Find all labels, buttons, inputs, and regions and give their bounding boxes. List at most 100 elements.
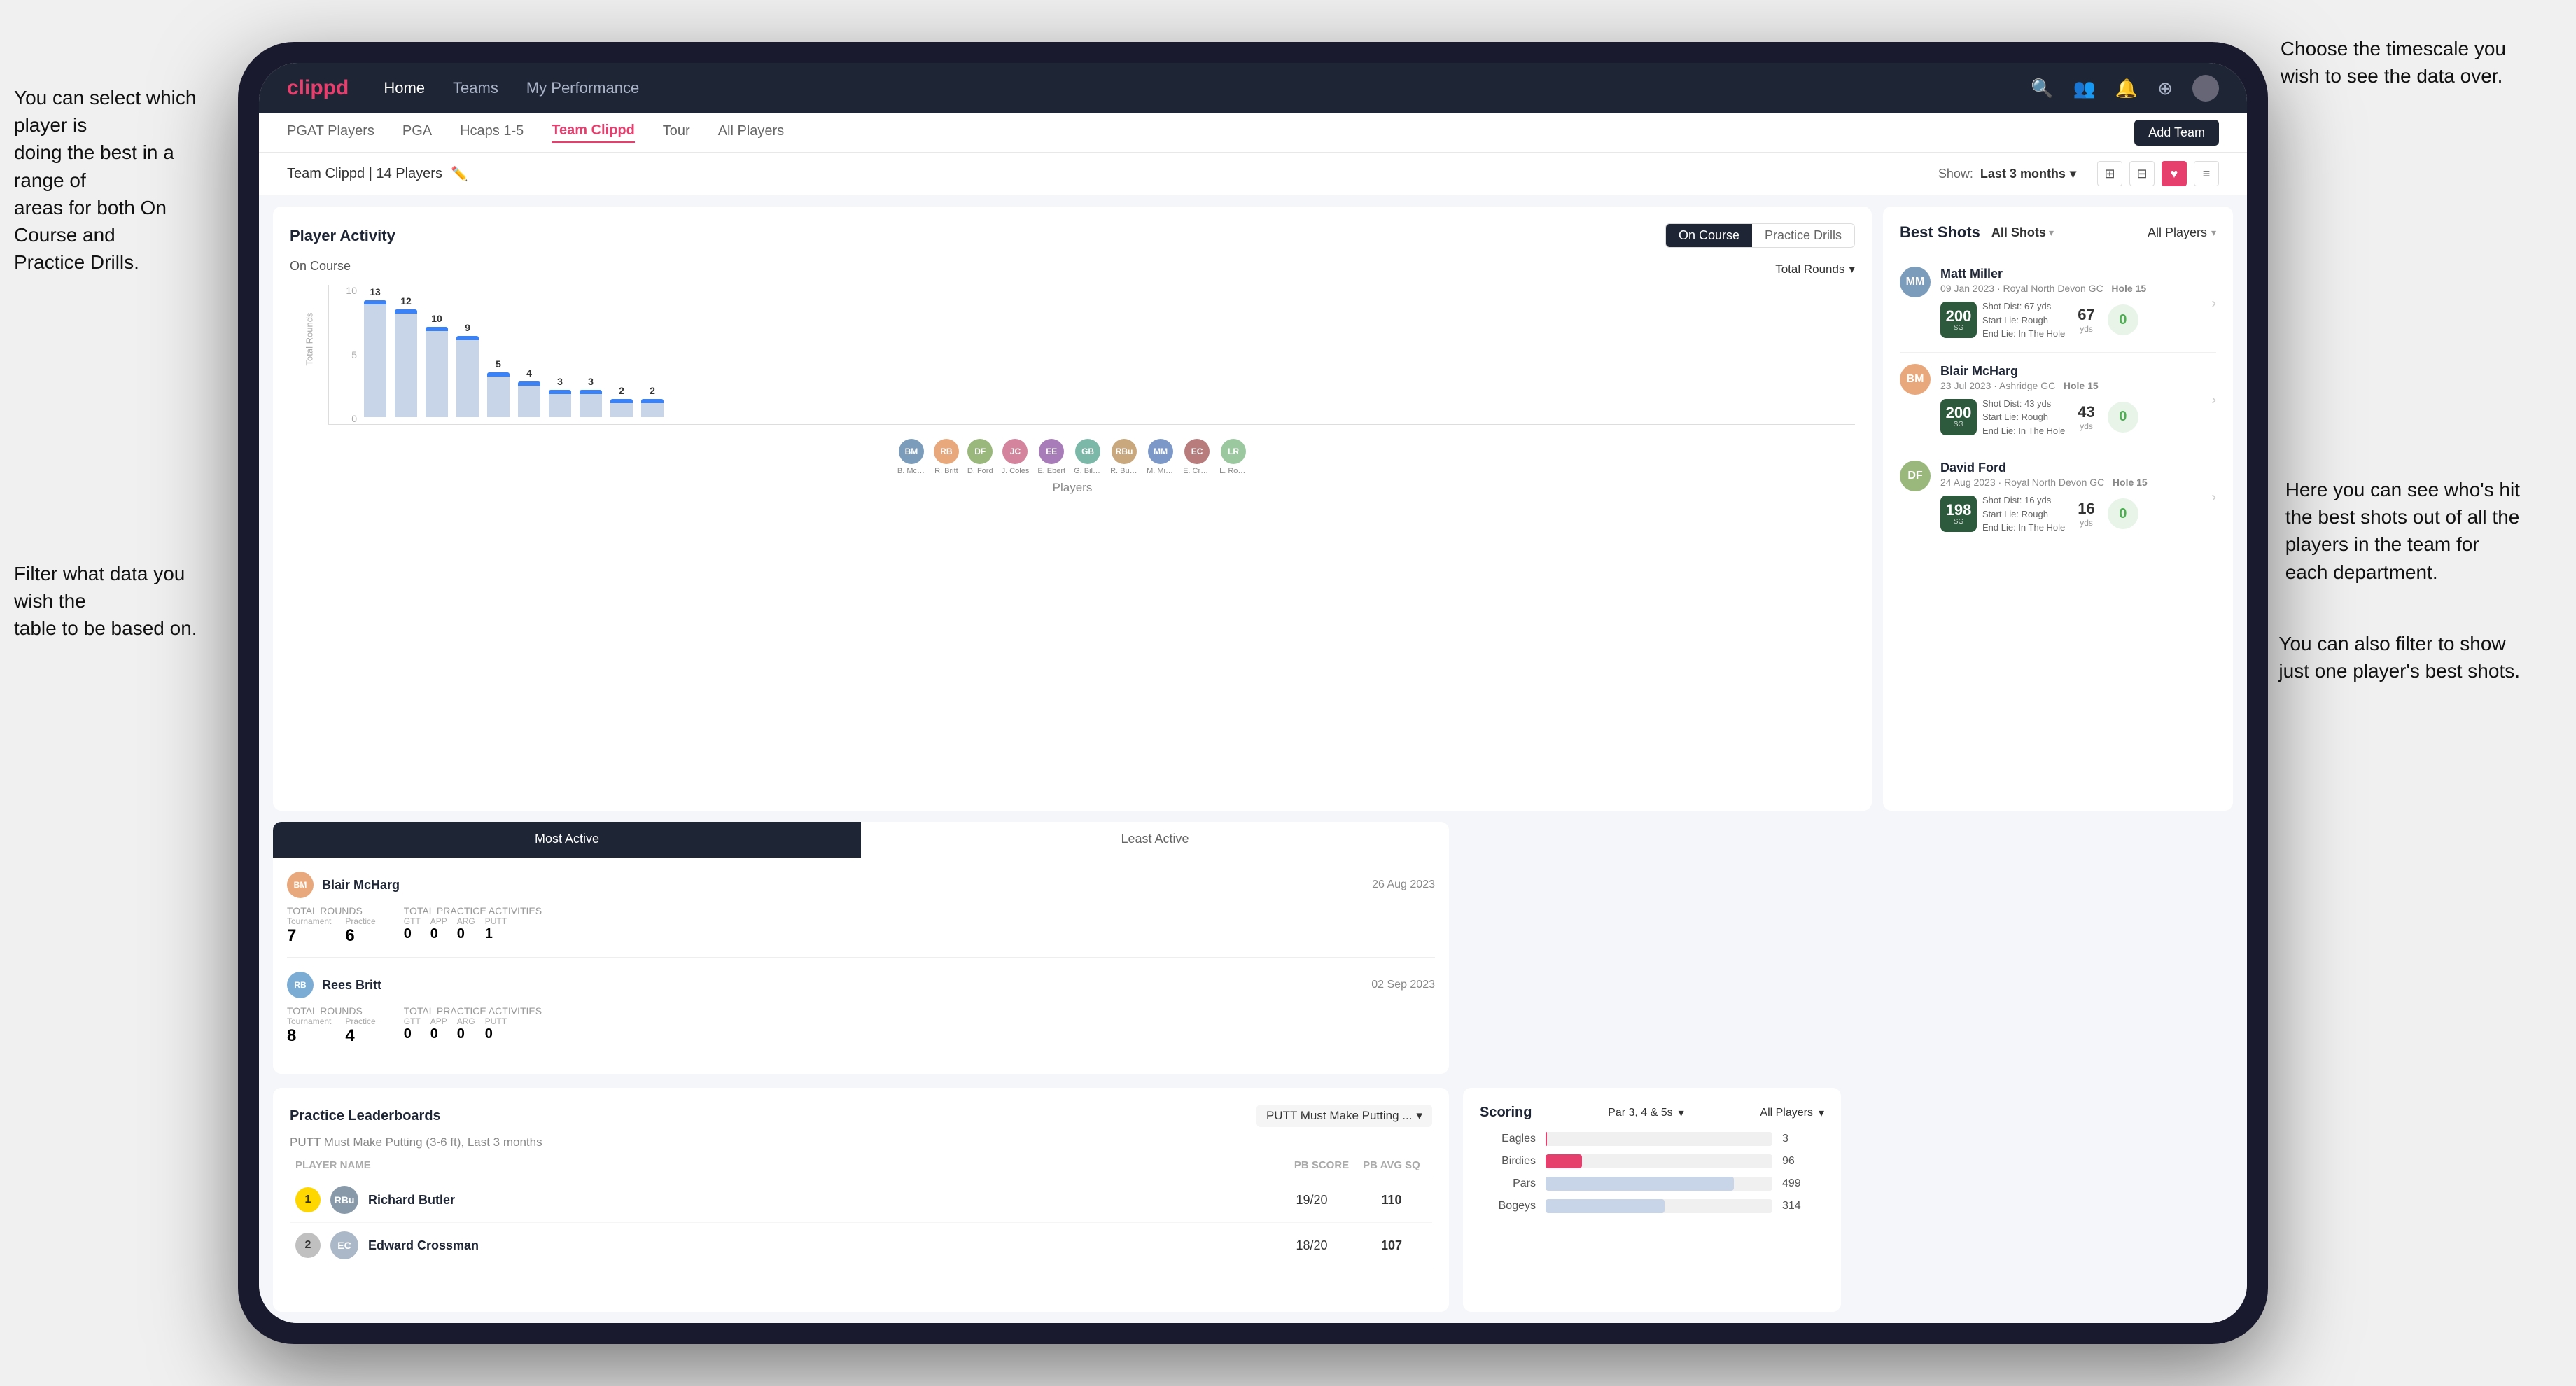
scoring-bar-label-1: Birdies	[1480, 1155, 1536, 1168]
tablet-frame: clippd Home Teams My Performance 🔍 👥 🔔 ⊕…	[238, 42, 2268, 1344]
shots-filter[interactable]: All Shots ▾	[1991, 225, 2054, 240]
subnav-team-clippd[interactable]: Team Clippd	[552, 122, 635, 143]
add-team-button[interactable]: Add Team	[2134, 120, 2219, 146]
player-label-4: E. Ebert	[1037, 467, 1065, 475]
bar-highlight-0	[364, 300, 386, 304]
user-avatar[interactable]	[2192, 75, 2219, 102]
lb-player-name-0: Richard Butler	[368, 1193, 1267, 1208]
lb-row-1[interactable]: 2 EC Edward Crossman 18/20 107	[290, 1223, 1432, 1268]
bar-item-5: 4	[518, 368, 540, 417]
rounds-group-1: Total Rounds Tournament 8 Practice 4	[287, 1005, 376, 1046]
player-activity-title: Player Activity	[290, 227, 396, 245]
bell-icon[interactable]: 🔔	[2115, 78, 2138, 99]
sub-nav: PGAT Players PGA Hcaps 1-5 Team Clippd T…	[259, 113, 2247, 153]
nav-teams[interactable]: Teams	[453, 79, 498, 97]
show-dropdown[interactable]: Last 3 months ▾	[1980, 167, 2076, 181]
bar-highlight-1	[395, 309, 417, 314]
shot-stat-box-1: 43 yds	[2078, 403, 2094, 431]
practice-card: Practice Leaderboards PUTT Must Make Put…	[273, 1088, 1449, 1312]
avatar-item-4[interactable]: EE E. Ebert	[1037, 439, 1065, 475]
shot-stat-box-0: 67 yds	[2078, 306, 2094, 334]
scoring-bar-row-2: Pars 499	[1480, 1177, 1824, 1191]
chart-filter-dropdown[interactable]: Total Rounds ▾	[1775, 262, 1855, 276]
nav-home[interactable]: Home	[384, 79, 425, 97]
avatar-item-0[interactable]: BM B. McHarg	[897, 439, 925, 475]
practice-drills-tab[interactable]: Practice Drills	[1752, 224, 1854, 247]
on-course-tab[interactable]: On Course	[1666, 224, 1752, 247]
scoring-chevron-icon: ▾	[1679, 1106, 1684, 1120]
subnav-hcaps[interactable]: Hcaps 1-5	[460, 123, 524, 142]
lb-avg-0: 110	[1357, 1193, 1427, 1208]
bar-item-1: 12	[395, 295, 417, 417]
bar-value-0: 13	[370, 286, 381, 298]
bar-value-1: 12	[400, 295, 412, 307]
view-heart-button[interactable]: ♥	[2162, 161, 2187, 186]
avatar-item-9[interactable]: LR L. Robertson	[1219, 439, 1247, 475]
shot-dist-info-1: Shot Dist: 43 ydsStart Lie: RoughEnd Lie…	[1982, 397, 2065, 438]
avatar-item-1[interactable]: RB R. Britt	[934, 439, 959, 475]
view-grid2-button[interactable]: ⊟	[2129, 161, 2155, 186]
bar-item-8: 2	[610, 385, 633, 417]
add-icon[interactable]: ⊕	[2157, 78, 2173, 99]
player-label-7: M. Miller	[1147, 467, 1175, 475]
view-list-button[interactable]: ≡	[2194, 161, 2219, 186]
best-shots-header: Best Shots All Shots ▾ All Players ▾	[1900, 223, 2216, 241]
annotation-filter-player: You can also filter to show just one pla…	[2278, 630, 2520, 685]
player-label-3: J. Coles	[1002, 467, 1030, 475]
shot-stat-box-2: 16 yds	[2078, 500, 2094, 528]
bar-chart-wrapper: Total Rounds 0 5 10 13 12 1	[290, 285, 1855, 425]
scoring-bar-label-3: Bogeys	[1480, 1200, 1536, 1212]
edit-icon[interactable]: ✏️	[451, 165, 468, 183]
players-dropdown[interactable]: All Players ▾	[2148, 225, 2216, 240]
subnav-all-players[interactable]: All Players	[718, 123, 784, 142]
tablet-screen: clippd Home Teams My Performance 🔍 👥 🔔 ⊕…	[259, 63, 2247, 1323]
subnav-tour[interactable]: Tour	[663, 123, 690, 142]
scoring-bar-track-3	[1546, 1199, 1772, 1213]
search-icon[interactable]: 🔍	[2031, 78, 2053, 99]
shot-details-1: 23 Jul 2023 · Ashridge GC Hole 15	[1940, 380, 2216, 391]
annotation-filter: Filter what data you wish the table to b…	[14, 560, 224, 643]
avatar-item-5[interactable]: GB G. Billingham	[1074, 439, 1102, 475]
lb-row-0[interactable]: 1 RBu Richard Butler 19/20 110	[290, 1177, 1432, 1223]
avatar-item-8[interactable]: EC E. Crossman	[1183, 439, 1211, 475]
avatar-item-6[interactable]: RBu R. Butler	[1110, 439, 1138, 475]
y-axis-labels: 0 5 10	[329, 285, 361, 424]
shot-avatar-0: MM	[1900, 267, 1931, 298]
app-logo: clippd	[287, 76, 349, 100]
bar-value-4: 5	[496, 358, 501, 370]
bar-value-7: 3	[588, 376, 594, 387]
avatar-item-3[interactable]: JC J. Coles	[1002, 439, 1030, 475]
subnav-pgat[interactable]: PGAT Players	[287, 123, 374, 142]
active-date-0: 26 Aug 2023	[1372, 878, 1435, 891]
least-active-tab[interactable]: Least Active	[861, 822, 1449, 858]
nav-my-performance[interactable]: My Performance	[526, 79, 639, 97]
nav-icons: 🔍 👥 🔔 ⊕	[2031, 75, 2219, 102]
bar-highlight-2	[426, 327, 448, 331]
player-label-1: R. Britt	[934, 467, 958, 475]
top-row: Player Activity On Course Practice Drill…	[273, 206, 2233, 811]
bar-value-8: 2	[619, 385, 624, 396]
mini-avatar-1: RB	[934, 439, 959, 464]
people-icon[interactable]: 👥	[2073, 78, 2095, 99]
avatar-item-7[interactable]: MM M. Miller	[1147, 439, 1175, 475]
bar-value-9: 2	[650, 385, 655, 396]
shot-entry-1[interactable]: BM Blair McHarg 23 Jul 2023 · Ashridge G…	[1900, 353, 2216, 450]
shot-entry-2[interactable]: DF David Ford 24 Aug 2023 · Royal North …	[1900, 449, 2216, 546]
practice-subtitle: PUTT Must Make Putting (3-6 ft), Last 3 …	[290, 1135, 1432, 1149]
shot-stat-zero-2: 0	[2108, 498, 2138, 529]
content-grid: Player Activity On Course Practice Drill…	[259, 195, 2247, 1323]
subnav-pga[interactable]: PGA	[402, 123, 432, 142]
practice-header: Practice Leaderboards PUTT Must Make Put…	[290, 1105, 1432, 1127]
drill-selector[interactable]: PUTT Must Make Putting ... ▾	[1256, 1105, 1432, 1127]
shot-info-1: Blair McHarg 23 Jul 2023 · Ashridge GC H…	[1940, 364, 2216, 438]
lb-rank-0: 1	[295, 1187, 321, 1212]
avatar-item-2[interactable]: DF D. Ford	[967, 439, 993, 475]
shot-badge-1: 200 SG	[1940, 399, 1977, 435]
most-active-tab[interactable]: Most Active	[273, 822, 861, 858]
scoring-filter[interactable]: Par 3, 4 & 5s ▾	[1608, 1106, 1684, 1120]
shot-entry-0[interactable]: MM Matt Miller 09 Jan 2023 · Royal North…	[1900, 255, 2216, 353]
scoring-players-filter[interactable]: All Players ▾	[1760, 1106, 1824, 1120]
lb-score-1: 18/20	[1277, 1238, 1347, 1253]
chevron-right-icon-1: ›	[2211, 393, 2216, 409]
view-grid4-button[interactable]: ⊞	[2097, 161, 2122, 186]
